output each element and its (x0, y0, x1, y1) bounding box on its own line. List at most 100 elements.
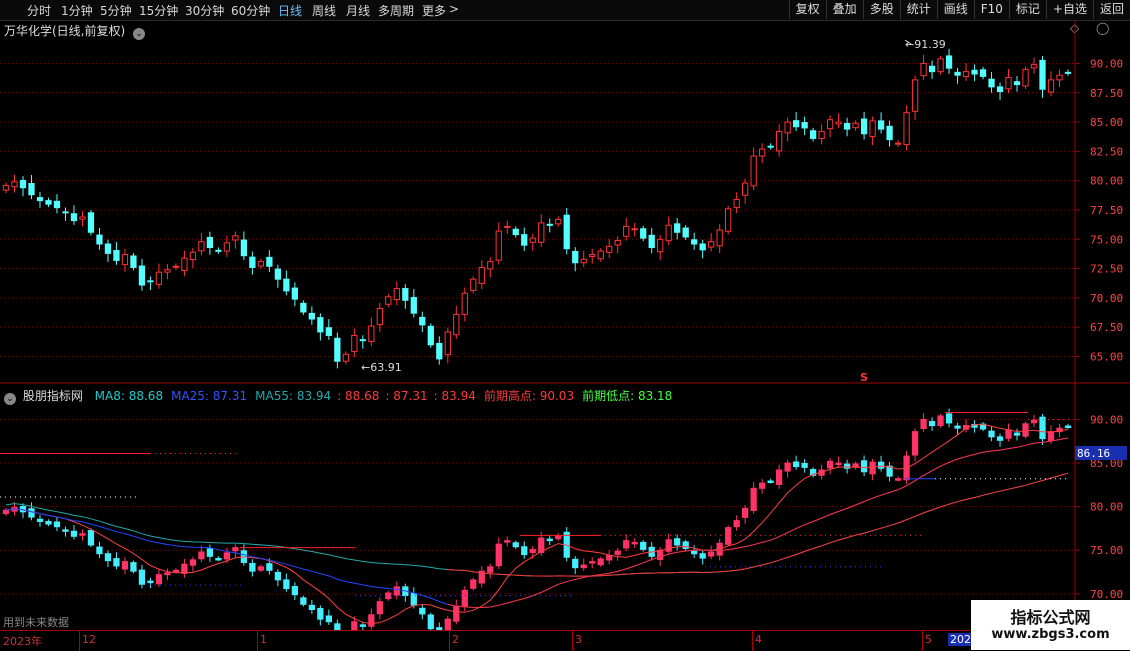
ind-candle (920, 418, 927, 430)
main-candle (572, 251, 579, 264)
main-candle (1039, 59, 1046, 90)
main-candle (385, 296, 392, 305)
main-candle (606, 245, 613, 253)
ind-candle (529, 548, 536, 554)
ind-candle (495, 543, 502, 567)
main-candle (206, 236, 214, 249)
y-tick-label: 90.00 (1090, 57, 1123, 70)
date-label: 12 (82, 633, 96, 646)
main-candle (699, 243, 706, 251)
ind-candle (376, 601, 383, 615)
main-candle (410, 296, 417, 314)
ind-candle (894, 478, 902, 481)
ind-candle (657, 549, 664, 560)
main-candle (597, 250, 604, 260)
ind-candle (121, 561, 129, 570)
main-candle (172, 265, 180, 268)
main-candle (470, 278, 477, 291)
main-candle (1013, 81, 1021, 86)
ind-candle (1039, 416, 1046, 440)
ind-candle (572, 558, 579, 569)
ind-candle (45, 520, 52, 525)
main-candle (181, 257, 188, 271)
main-candle (869, 120, 876, 138)
ind-candle (427, 614, 434, 630)
y-tick-label: 72.50 (1090, 263, 1123, 276)
main-candle (691, 239, 698, 245)
ind-candle (784, 462, 791, 472)
ind-candle (249, 562, 256, 572)
y-tick-label: 80.00 (1090, 501, 1123, 514)
ind-candle (674, 538, 681, 546)
ind-candle (62, 529, 69, 532)
main-candle (189, 251, 197, 260)
main-candle (945, 55, 953, 69)
date-tick (752, 631, 753, 651)
ind-candle (1005, 429, 1012, 439)
ind-candle (631, 541, 638, 545)
high-price-marker: ←91.39 (905, 38, 946, 51)
main-candle (283, 278, 290, 292)
main-candle (928, 65, 936, 73)
main-candle (291, 287, 298, 300)
ind-candle (1022, 423, 1029, 437)
main-candle (733, 198, 740, 208)
main-candle (45, 200, 52, 205)
ind-candle (996, 436, 1004, 441)
main-candle (444, 331, 451, 356)
main-candle (334, 337, 341, 362)
main-candle (835, 121, 842, 125)
main-candle (240, 239, 248, 257)
main-candle (96, 234, 103, 245)
main-candle (1022, 68, 1029, 87)
main-candle (2, 184, 10, 191)
main-candle (750, 155, 757, 187)
ind-candle (283, 579, 290, 590)
main-candle (257, 261, 265, 267)
main-candle (1064, 71, 1072, 74)
ind-candle (232, 547, 239, 552)
y-tick-label: 87.50 (1090, 87, 1123, 100)
ind-candle (308, 604, 315, 611)
date-tick (257, 631, 258, 651)
ind-candle (504, 540, 511, 543)
ind-candle (640, 541, 647, 550)
date-label: 4 (755, 633, 762, 646)
main-candle (843, 122, 851, 130)
main-candle (351, 334, 358, 352)
ind-candle (1013, 432, 1021, 436)
ind-candle (87, 530, 95, 546)
future-data-note: 用到未来数据 (3, 616, 69, 629)
main-candle (504, 225, 511, 228)
main-candle (852, 122, 859, 129)
ind-candle (70, 530, 78, 537)
ind-candle (606, 554, 613, 561)
main-candle (121, 254, 129, 266)
s-marker: S (860, 371, 868, 384)
ind-candle (945, 413, 953, 424)
ind-candle (36, 518, 44, 522)
ind-candle (911, 431, 919, 456)
main-candle (436, 342, 443, 360)
main-candle (300, 302, 307, 313)
main-candle (53, 200, 61, 209)
date-label: 5 (925, 633, 932, 646)
kline-chart[interactable]: 65.00 67.50 70.00 72.50 75.00 77.50 80.00 82.50… (0, 0, 1130, 650)
main-candle (274, 268, 282, 280)
main-candle (62, 211, 69, 214)
main-candle (860, 118, 868, 135)
ind-candle (614, 550, 621, 555)
main-candle (478, 266, 485, 284)
ind-candle (860, 460, 868, 473)
ind-candle (767, 480, 774, 484)
watermark-logo: 指标公式网 www.zbgs3.com (971, 600, 1130, 650)
date-label: 2023年 (3, 635, 42, 648)
date-tick (449, 631, 450, 651)
ind-candle (147, 580, 154, 584)
main-candle (249, 256, 256, 268)
main-candle (164, 269, 171, 273)
main-candle (631, 228, 638, 231)
ind-candle (699, 553, 706, 559)
ind-candle (2, 509, 10, 515)
main-candle (521, 234, 528, 246)
